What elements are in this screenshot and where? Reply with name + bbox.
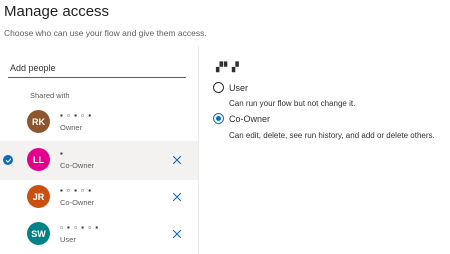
shared-with-label: Shared with [30,91,70,100]
person-name: ▪ [60,149,64,158]
remove-person-button[interactable] [170,227,184,241]
person-role: Co-Owner [60,161,95,170]
person-role: Owner [60,123,83,132]
add-people-input[interactable] [8,59,186,78]
close-icon [172,155,182,165]
radio-user[interactable] [213,82,224,93]
person-name: ▪ ▫ ▪ ▫ ▪ [60,111,93,120]
radio-label: User [229,82,249,93]
page-subtitle: Choose who can use your flow and give th… [4,28,207,38]
permission-option-user[interactable]: User [213,82,248,93]
radio-co-owner[interactable] [213,113,224,124]
avatar: RK [27,110,50,133]
person-row-ll[interactable]: LL ▪ Co-Owner [0,141,198,180]
avatar: LL [27,148,50,171]
remove-person-button[interactable] [170,153,184,167]
selected-person-name: ▞▘▞ [216,62,240,72]
page-title: Manage access [4,3,110,20]
person-name: ▫ ▪ ▫ ▪ ▫ ▪ [60,223,100,232]
close-icon [172,229,182,239]
person-row-jr[interactable]: JR ▪ ▫ ▪ ▫ ▪ Co-Owner [0,178,198,217]
close-icon [172,192,182,202]
permission-option-co-owner[interactable]: Co-Owner [213,113,270,124]
person-row-sw[interactable]: SW ▫ ▪ ▫ ▪ ▫ ▪ User [0,215,198,254]
permission-panel: ▞▘▞ User Can run your flow but not chang… [199,49,450,254]
avatar: JR [27,185,50,208]
people-panel: Shared with RK ▪ ▫ ▪ ▫ ▪ Owner LL ▪ Co-O… [0,49,198,254]
permission-description: Can run your flow but not change it. [229,99,356,108]
permission-description: Can edit, delete, see run history, and a… [229,131,435,140]
person-row-rk[interactable]: RK ▪ ▫ ▪ ▫ ▪ Owner [0,103,198,142]
selected-check-icon [3,155,13,165]
radio-label: Co-Owner [229,113,271,124]
avatar: SW [27,222,50,245]
person-role: User [60,235,76,244]
person-role: Co-Owner [60,198,95,207]
remove-person-button[interactable] [170,190,184,204]
person-name: ▪ ▫ ▪ ▫ ▪ [60,186,93,195]
